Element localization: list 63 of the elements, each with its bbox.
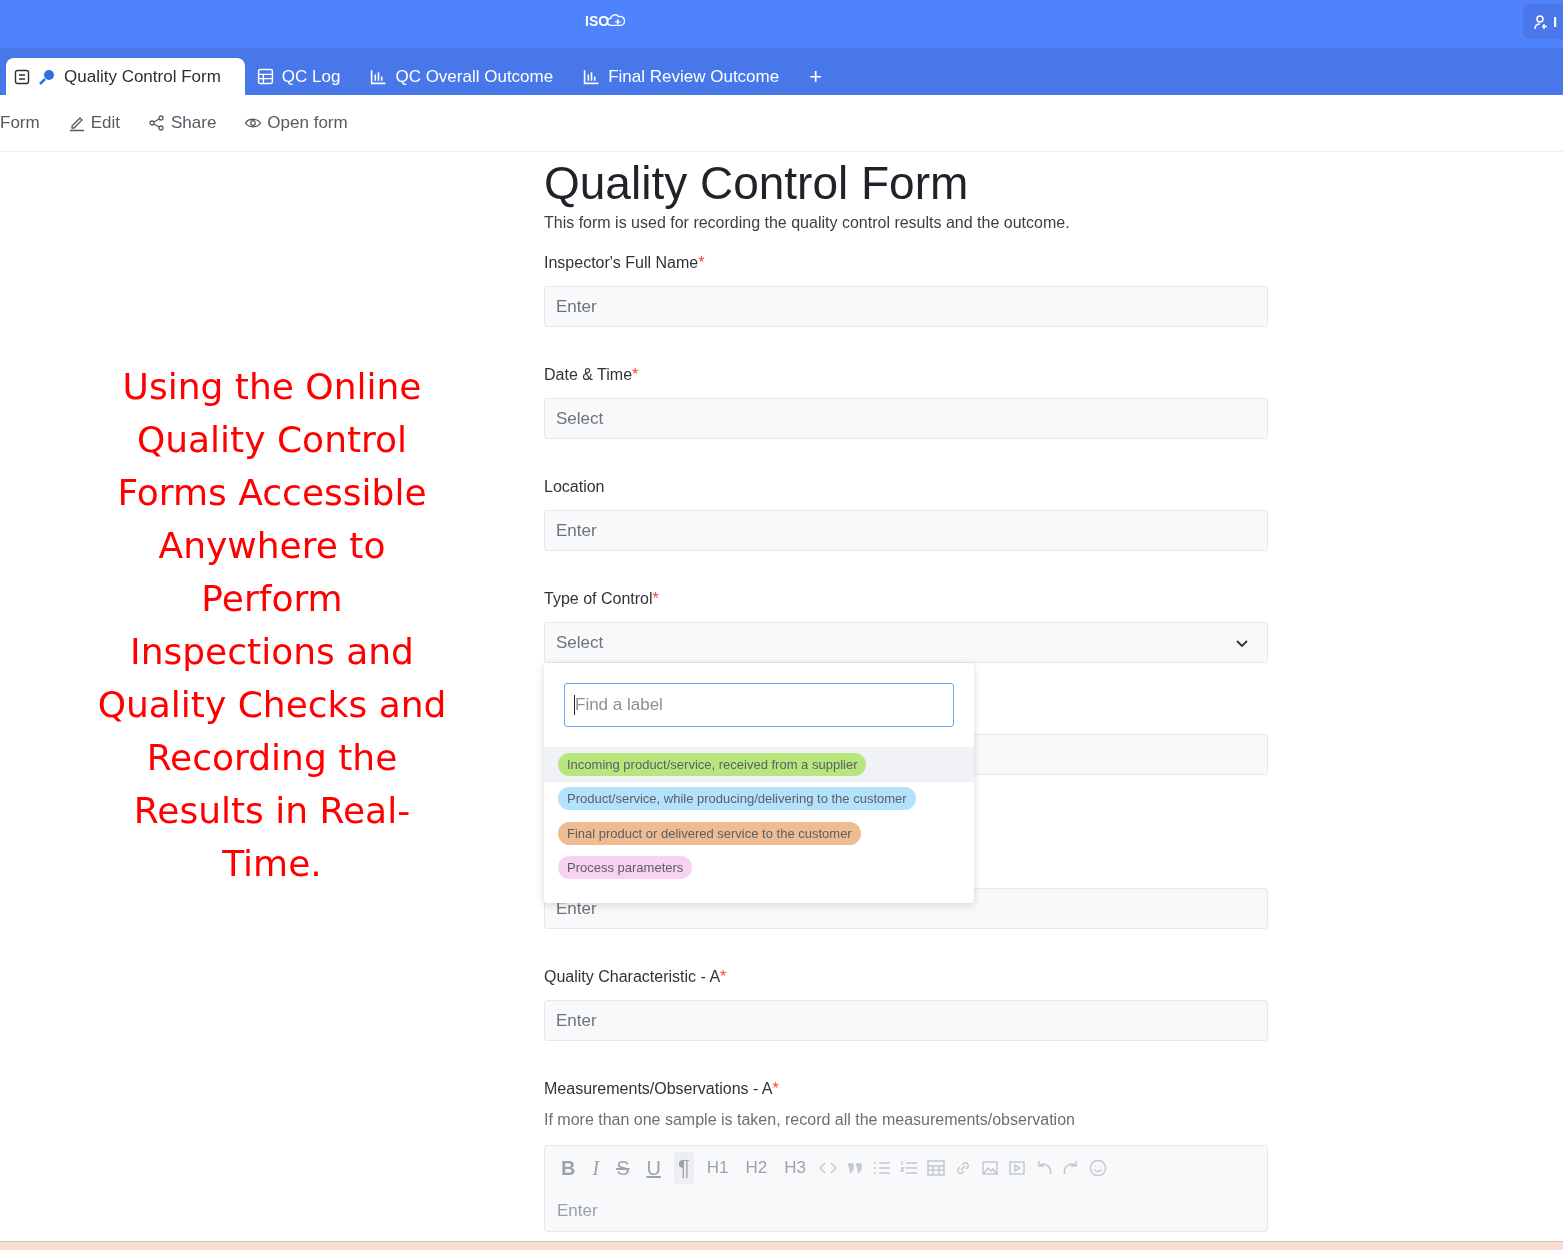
- label-tag: Incoming product/service, received from a supplier: [558, 752, 867, 776]
- required-asterisk: *: [720, 968, 727, 985]
- option-row[interactable]: Final product or delivered service to the customer: [544, 816, 974, 851]
- required-asterisk: *: [698, 254, 705, 271]
- logo: ISO: [585, 13, 626, 29]
- bar-chart-icon: [583, 68, 601, 85]
- input-field[interactable]: Select: [544, 398, 1268, 439]
- field-label: Location: [544, 478, 605, 495]
- required-asterisk: *: [632, 366, 639, 383]
- tab[interactable]: QC Overall Outcome: [358, 58, 572, 95]
- video-icon[interactable]: [1007, 1159, 1026, 1177]
- dropdown-field[interactable]: Select: [544, 622, 1268, 663]
- required-asterisk: *: [772, 1080, 779, 1097]
- toolbar-button[interactable]: Share: [147, 113, 217, 133]
- option-row[interactable]: Incoming product/service, received from a supplier: [544, 747, 974, 782]
- label-tag: Final product or delivered service to the customer: [558, 821, 861, 845]
- format-button[interactable]: ¶: [673, 1152, 694, 1184]
- form-description: This form is used for recording the quality control results and the outcome.: [544, 214, 1071, 232]
- option-row[interactable]: Product/service, while producing/delivering to the customer: [544, 781, 974, 816]
- field-label: Inspector's Full Name*: [544, 254, 705, 271]
- tab[interactable]: Final Review Outcome: [571, 58, 798, 95]
- format-button[interactable]: B: [557, 1153, 580, 1183]
- table-icon: [256, 68, 274, 85]
- format-button[interactable]: S: [612, 1153, 634, 1183]
- field-label: Type of Control*: [544, 590, 659, 607]
- tab[interactable]: Quality Control Form: [6, 58, 245, 95]
- field-label: Date & Time*: [544, 366, 639, 383]
- format-button[interactable]: H1: [702, 1155, 733, 1181]
- annotation-text: Using the Online Quality Control Forms Accessible Anywhere to Perform Inspections and Quality Checks and Recording the Results in Real-Time.: [96, 365, 448, 886]
- input-field[interactable]: Enter: [544, 510, 1268, 551]
- table-icon[interactable]: [926, 1159, 945, 1177]
- format-button[interactable]: U: [642, 1153, 665, 1183]
- field-label: Quality Characteristic - A*: [544, 968, 727, 985]
- toolbar-button[interactable]: Form: [0, 113, 40, 133]
- image-icon[interactable]: [980, 1159, 999, 1177]
- invite-button[interactable]: I: [1523, 4, 1563, 39]
- tab[interactable]: QC Log: [244, 58, 359, 95]
- emoji-icon[interactable]: [1088, 1159, 1107, 1177]
- user-plus-icon: [1533, 13, 1549, 30]
- redo-icon[interactable]: [1061, 1159, 1080, 1177]
- field-label: Measurements/Observations - A*: [544, 1080, 779, 1097]
- toolbar-button[interactable]: Open form: [244, 113, 348, 133]
- format-button[interactable]: H3: [780, 1155, 810, 1181]
- label-tag: Process parameters: [558, 856, 693, 880]
- format-button[interactable]: H2: [741, 1155, 772, 1181]
- format-button[interactable]: I: [588, 1153, 604, 1183]
- option-row[interactable]: Process parameters: [544, 850, 974, 885]
- magnifier-icon: [38, 67, 56, 86]
- numbers-icon[interactable]: [899, 1159, 918, 1177]
- form-icon: [14, 68, 30, 85]
- share-icon: [147, 114, 166, 132]
- required-asterisk: *: [652, 590, 659, 607]
- add-tab-button[interactable]: +: [797, 63, 835, 90]
- input-field[interactable]: Enter: [544, 286, 1268, 327]
- bar-chart-icon: [370, 68, 388, 85]
- bullets-icon[interactable]: [872, 1159, 891, 1177]
- form-title: Quality Control Form: [544, 156, 970, 210]
- input-field[interactable]: Enter: [544, 1000, 1268, 1041]
- search-field[interactable]: Find a label: [564, 683, 954, 727]
- rich-text-field[interactable]: B I S U ¶ H1 H2 H3 Enter: [544, 1145, 1268, 1232]
- field-hint: If more than one sample is taken, record all the measurements/observation: [544, 1111, 1076, 1129]
- label-tag: Product/service, while producing/delivering to the customer: [558, 787, 916, 811]
- toolbar-button[interactable]: Edit: [67, 113, 120, 133]
